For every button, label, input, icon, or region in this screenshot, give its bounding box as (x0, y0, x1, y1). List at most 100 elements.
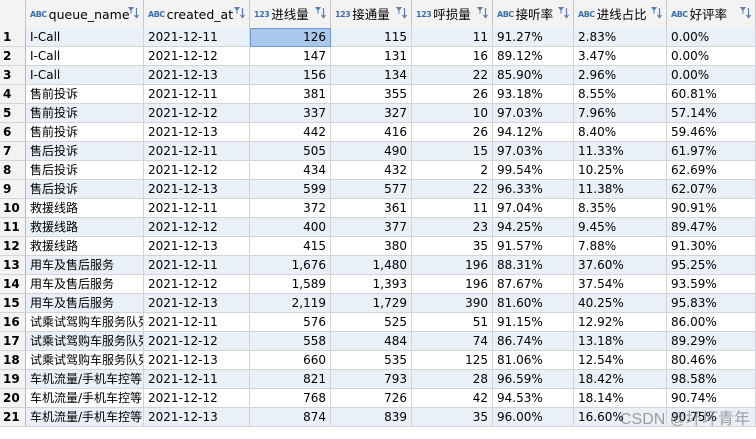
table-row[interactable]: 11 救援线路 2021-12-12 400 377 23 94.25% 9.45% 89.47… (0, 218, 756, 237)
table-cell[interactable]: 售后投诉 (26, 161, 144, 180)
table-cell[interactable]: 试乘试驾购车服务队列 (26, 332, 144, 351)
table-cell[interactable]: 13.18% (574, 332, 667, 351)
table-cell[interactable]: 42 (412, 389, 493, 408)
table-cell[interactable]: 558 (250, 332, 331, 351)
table-cell[interactable]: 599 (250, 180, 331, 199)
table-cell[interactable]: 89.47% (667, 218, 756, 237)
table-cell[interactable]: 874 (250, 408, 331, 427)
table-cell[interactable]: 93.59% (667, 275, 756, 294)
table-cell[interactable]: 96.59% (493, 370, 574, 389)
table-cell[interactable]: 839 (331, 408, 412, 427)
table-cell[interactable]: 95.83% (667, 294, 756, 313)
table-cell[interactable]: 372 (250, 199, 331, 218)
filter-sort-icon[interactable] (476, 6, 489, 20)
table-cell[interactable]: 0.00% (667, 47, 756, 66)
table-cell[interactable]: 售前投诉 (26, 85, 144, 104)
table-cell[interactable]: 10.25% (574, 161, 667, 180)
table-row[interactable]: 4 售前投诉 2021-12-11 381 355 26 93.18% 8.55% 60.81% (0, 85, 756, 104)
table-cell[interactable]: 售前投诉 (26, 104, 144, 123)
table-row[interactable]: 5 售前投诉 2021-12-12 337 327 10 97.03% 7.96% 57.14% (0, 104, 756, 123)
table-cell[interactable]: 试乘试驾购车服务队列 (26, 313, 144, 332)
table-cell[interactable]: 23 (412, 218, 493, 237)
table-cell[interactable]: 577 (331, 180, 412, 199)
table-row[interactable]: 10 救援线路 2021-12-11 372 361 11 97.04% 8.35% 90.91… (0, 199, 756, 218)
table-cell[interactable]: 98.58% (667, 370, 756, 389)
table-cell[interactable]: 80.46% (667, 351, 756, 370)
table-cell[interactable]: 车机流量/手机车控等问题 (26, 389, 144, 408)
table-row[interactable]: 21车机流量/手机车控等问题2021-12-138748393596.00%16… (0, 408, 756, 427)
table-cell[interactable]: 0.00% (667, 28, 756, 47)
table-cell[interactable]: 救援线路 (26, 199, 144, 218)
table-cell[interactable]: 62.69% (667, 161, 756, 180)
table-cell[interactable]: 3.47% (574, 47, 667, 66)
table-cell[interactable]: 97.03% (493, 104, 574, 123)
table-cell[interactable]: 1,589 (250, 275, 331, 294)
table-cell[interactable]: 2021-12-11 (144, 370, 250, 389)
table-cell[interactable]: 2021-12-13 (144, 123, 250, 142)
table-cell[interactable]: 415 (250, 237, 331, 256)
table-cell[interactable]: 147 (250, 47, 331, 66)
table-cell[interactable]: 18.14% (574, 389, 667, 408)
table-cell[interactable]: 90.75% (667, 408, 756, 427)
table-cell[interactable]: 12.92% (574, 313, 667, 332)
table-cell[interactable]: 95.25% (667, 256, 756, 275)
table-cell[interactable]: 35 (412, 237, 493, 256)
table-cell[interactable]: 2021-12-13 (144, 408, 250, 427)
column-header-6[interactable]: ABC 接听率 (493, 0, 574, 28)
table-cell[interactable]: 86.74% (493, 332, 574, 351)
table-cell[interactable]: 91.30% (667, 237, 756, 256)
table-cell[interactable]: 390 (412, 294, 493, 313)
table-cell[interactable]: I-Call (26, 66, 144, 85)
filter-sort-icon[interactable] (395, 6, 408, 20)
table-cell[interactable]: 91.57% (493, 237, 574, 256)
table-cell[interactable]: 11.33% (574, 142, 667, 161)
table-cell[interactable]: 57.14% (667, 104, 756, 123)
table-cell[interactable]: 96.33% (493, 180, 574, 199)
table-cell[interactable]: 售后投诉 (26, 180, 144, 199)
table-row[interactable]: 17 试乘试驾购车服务队列 2021-12-12 558 484 74 86.74% 13.1… (0, 332, 756, 351)
table-cell[interactable]: 12.54% (574, 351, 667, 370)
table-cell[interactable]: 86.00% (667, 313, 756, 332)
table-cell[interactable]: 51 (412, 313, 493, 332)
table-cell[interactable]: 37.60% (574, 256, 667, 275)
column-header-8[interactable]: ABC 好评率 (667, 0, 756, 28)
table-cell[interactable]: 2021-12-13 (144, 237, 250, 256)
table-cell[interactable]: 90.91% (667, 199, 756, 218)
table-cell[interactable]: 327 (331, 104, 412, 123)
table-cell[interactable]: 525 (331, 313, 412, 332)
table-cell[interactable]: 26 (412, 123, 493, 142)
filter-sort-icon[interactable] (650, 6, 663, 20)
table-cell[interactable]: 售前投诉 (26, 123, 144, 142)
table-row[interactable]: 15 用车及售后服务 2021-12-13 2,119 1,729 390 81.60% 40… (0, 294, 756, 313)
table-cell[interactable]: 11.38% (574, 180, 667, 199)
table-row[interactable]: 19车机流量/手机车控等问题2021-12-118217932896.59%18… (0, 370, 756, 389)
table-row[interactable]: 9 售后投诉 2021-12-13 599 577 22 96.33% 11.38% 62.07… (0, 180, 756, 199)
table-cell[interactable]: 16.60% (574, 408, 667, 427)
table-cell[interactable]: 134 (331, 66, 412, 85)
table-cell[interactable]: 11 (412, 28, 493, 47)
table-row[interactable]: 2 I-Call 2021-12-12 147 131 16 89.12% 3.47% 0.00… (0, 47, 756, 66)
table-cell[interactable]: 91.27% (493, 28, 574, 47)
filter-sort-icon[interactable] (314, 6, 327, 20)
table-row[interactable]: 12 救援线路 2021-12-13 415 380 35 91.57% 7.88% 91.30… (0, 237, 756, 256)
table-cell[interactable]: 1,676 (250, 256, 331, 275)
filter-sort-icon[interactable] (233, 6, 246, 20)
table-cell[interactable]: 96.00% (493, 408, 574, 427)
table-cell[interactable]: 1,480 (331, 256, 412, 275)
table-cell[interactable]: 2,119 (250, 294, 331, 313)
table-cell[interactable]: 2021-12-13 (144, 180, 250, 199)
table-cell[interactable]: 355 (331, 85, 412, 104)
table-cell[interactable]: 726 (331, 389, 412, 408)
table-cell[interactable]: 2 (412, 161, 493, 180)
table-row[interactable]: 6 售前投诉 2021-12-13 442 416 26 94.12% 8.40% 59.46% (0, 123, 756, 142)
table-cell[interactable]: 416 (331, 123, 412, 142)
table-cell[interactable]: 7.88% (574, 237, 667, 256)
table-cell[interactable]: 94.53% (493, 389, 574, 408)
table-cell[interactable]: 62.07% (667, 180, 756, 199)
table-cell[interactable]: 用车及售后服务 (26, 275, 144, 294)
table-cell[interactable]: 81.60% (493, 294, 574, 313)
table-cell[interactable]: 91.15% (493, 313, 574, 332)
table-cell[interactable]: 131 (331, 47, 412, 66)
table-cell[interactable]: 2021-12-13 (144, 66, 250, 85)
table-cell[interactable]: 442 (250, 123, 331, 142)
